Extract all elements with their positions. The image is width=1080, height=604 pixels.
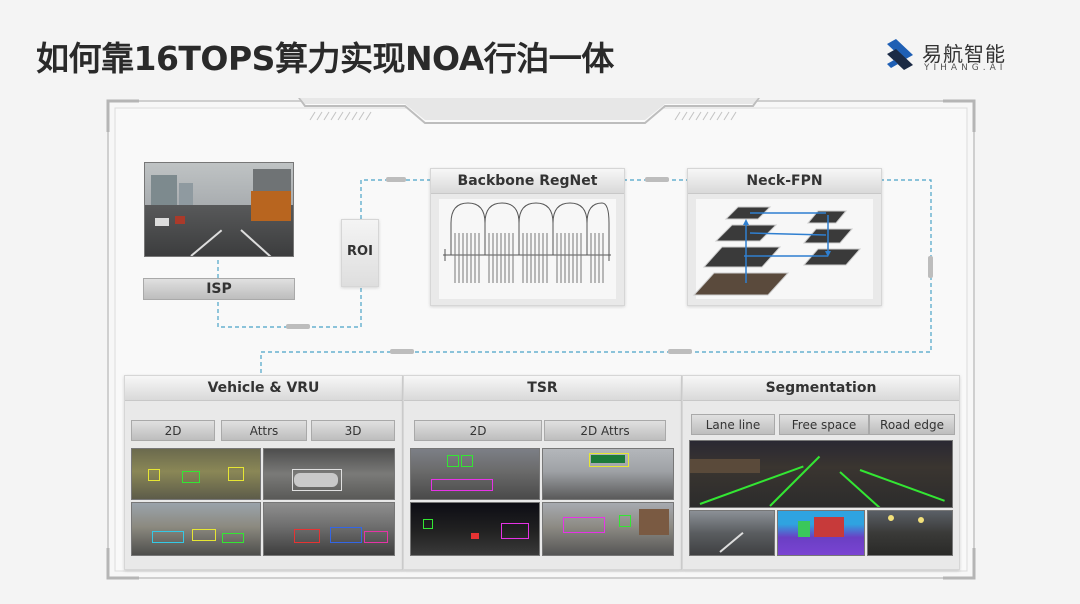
diagram-frame: ISP ROI Backbone RegNet Neck-FPN Vehicle… [105, 98, 977, 581]
company-logo: 易航智能 YIHANG.AI [884, 38, 1044, 74]
logo-mark-icon [887, 39, 913, 70]
seg-tag-lane-line: Lane line [691, 414, 775, 435]
fpn-layers-icon [692, 199, 873, 299]
vehicle-parking-image-2 [263, 448, 395, 500]
vehicle-tag-3d: 3D [311, 420, 395, 441]
segmentation-title: Segmentation [683, 376, 959, 401]
vehicle-tag-attrs: Attrs [221, 420, 307, 441]
roi-block: ROI [341, 219, 379, 287]
tsr-panel: TSR 2D 2D Attrs [403, 375, 682, 570]
backbone-structure-icon [439, 199, 616, 299]
tsr-image-1 [410, 448, 540, 500]
tsr-image-4 [542, 502, 674, 556]
seg-tag-road-edge: Road edge [869, 414, 955, 435]
vehicle-street-image-1 [131, 502, 261, 556]
tsr-image-2 [542, 448, 674, 500]
segmentation-main-image [689, 440, 953, 508]
isp-label: ISP [143, 278, 295, 300]
tsr-tag-2d: 2D [414, 420, 542, 441]
vehicle-vru-title: Vehicle & VRU [125, 376, 402, 401]
tsr-tag-2d-attrs: 2D Attrs [544, 420, 666, 441]
segmentation-panel: Segmentation Lane line Free space Road e… [682, 375, 960, 570]
tsr-image-3 [410, 502, 540, 556]
segmentation-image-2 [689, 510, 775, 556]
tsr-title: TSR [404, 376, 681, 401]
vehicle-parking-image-1 [131, 448, 261, 500]
isp-camera-image [144, 162, 294, 257]
segmentation-image-3 [777, 510, 865, 556]
seg-tag-free-space: Free space [779, 414, 869, 435]
neck-fpn-title: Neck-FPN [688, 169, 881, 194]
page-title: 如何靠16TOPS算力实现NOA行泊一体 [36, 39, 614, 78]
backbone-title: Backbone RegNet [431, 169, 624, 194]
roi-label: ROI [347, 244, 373, 259]
vehicle-street-image-2 [263, 502, 395, 556]
vehicle-tag-2d: 2D [131, 420, 215, 441]
backbone-block: Backbone RegNet [430, 168, 625, 306]
neck-fpn-block: Neck-FPN [687, 168, 882, 306]
logo-english-name: YIHANG.AI [924, 63, 1007, 73]
vehicle-vru-panel: Vehicle & VRU 2D Attrs 3D [124, 375, 403, 570]
segmentation-image-4 [867, 510, 953, 556]
